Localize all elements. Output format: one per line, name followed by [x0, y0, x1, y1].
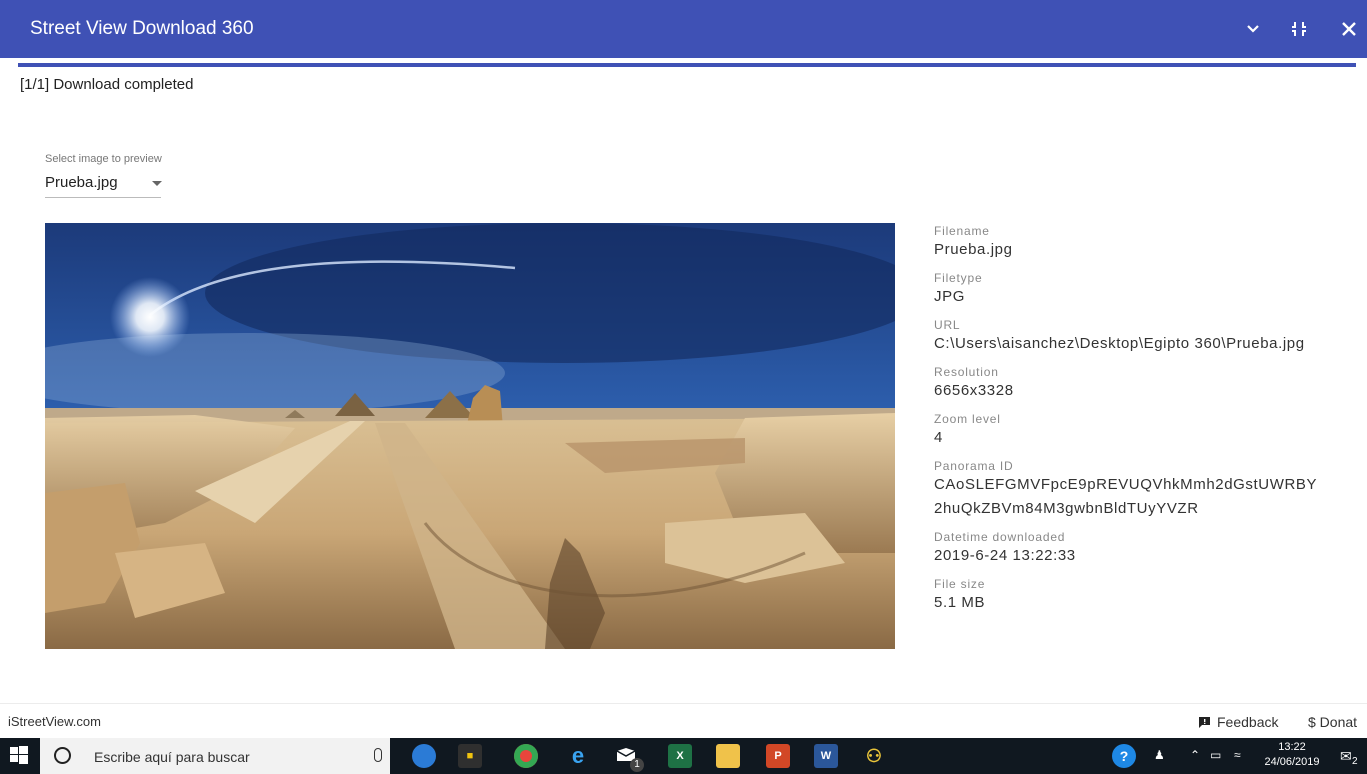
tray-chevron-up-icon[interactable]: ⌃ — [1190, 748, 1200, 762]
zoom-level-value: 4 — [934, 429, 943, 446]
chrome-icon[interactable] — [514, 744, 538, 768]
clock-time: 13:22 — [1278, 741, 1306, 753]
taskbar-clock[interactable]: 13:22 24/06/2019 — [1262, 740, 1322, 770]
file-explorer-icon[interactable] — [716, 744, 740, 768]
preview-select-value: Prueba.jpg — [45, 174, 118, 191]
task-view-icon[interactable] — [412, 744, 436, 768]
taskbar-search[interactable]: Escribe aquí para buscar — [40, 738, 390, 774]
powerpoint-icon[interactable]: P — [766, 744, 790, 768]
preview-select-label: Select image to preview — [45, 153, 162, 165]
filetype-value: JPG — [934, 288, 965, 305]
url-value: C:\Users\aisanchez\Desktop\Egipto 360\Pr… — [934, 335, 1305, 352]
help-icon[interactable]: ? — [1112, 744, 1136, 768]
people-icon[interactable]: ♟ — [1154, 748, 1165, 762]
donate-button[interactable]: $ Donat — [1308, 714, 1357, 730]
notifications-count: 2 — [1352, 756, 1358, 767]
resolution-value: 6656x3328 — [934, 382, 1014, 399]
datetime-value: 2019-6-24 13:22:33 — [934, 547, 1076, 564]
filetype-label: Filetype — [934, 271, 983, 285]
compress-icon[interactable] — [1284, 14, 1314, 44]
panorama-id-label: Panorama ID — [934, 459, 1014, 473]
progress-bar — [18, 63, 1356, 67]
feedback-label: Feedback — [1217, 714, 1279, 730]
dropdown-caret-icon — [152, 181, 162, 186]
mail-badge: 1 — [630, 758, 644, 772]
download-status: [1/1] Download completed — [20, 76, 194, 93]
window-title: Street View Download 360 — [30, 18, 254, 39]
close-icon[interactable] — [1334, 14, 1364, 44]
image-info-panel: Filename Prueba.jpg Filetype JPG URL C:\… — [934, 224, 1334, 704]
app-window: Street View Download 360 [1/1] Download … — [0, 0, 1367, 774]
zoom-level-label: Zoom level — [934, 412, 1001, 426]
title-bar: Street View Download 360 — [0, 0, 1367, 58]
clock-date: 24/06/2019 — [1264, 756, 1320, 768]
filename-label: Filename — [934, 224, 990, 238]
feedback-icon — [1199, 716, 1210, 728]
taskbar-search-placeholder: Escribe aquí para buscar — [94, 749, 250, 765]
word-icon[interactable]: W — [814, 744, 838, 768]
excel-icon[interactable]: X — [668, 744, 692, 768]
preview-select[interactable]: Prueba.jpg — [45, 172, 162, 198]
app-figure-icon[interactable]: ⚇ — [862, 744, 886, 768]
app-footer: iStreetView.com Feedback $ Donat — [0, 703, 1367, 738]
site-link[interactable]: iStreetView.com — [8, 714, 101, 729]
resolution-label: Resolution — [934, 365, 999, 379]
minimize-chevron-icon[interactable] — [1238, 14, 1268, 44]
windows-taskbar: Escribe aquí para buscar ■ e 1 X P W ⚇ ?… — [0, 738, 1367, 774]
filename-value: Prueba.jpg — [934, 241, 1013, 258]
cortana-icon — [54, 747, 71, 764]
edge-icon[interactable]: e — [566, 743, 590, 768]
datetime-label: Datetime downloaded — [934, 530, 1066, 544]
wifi-icon[interactable]: ≈ — [1234, 748, 1241, 762]
filesize-label: File size — [934, 577, 986, 591]
battery-icon[interactable]: ▭ — [1210, 748, 1221, 762]
filesize-value: 5.1 MB — [934, 594, 986, 611]
windows-start-icon[interactable] — [10, 746, 32, 766]
panorama-id-value: CAoSLEFGMVFpcE9pREVUQVhkMmh2dGstUWRBY2hu… — [934, 476, 1318, 517]
store-icon[interactable]: ■ — [458, 744, 482, 768]
url-label: URL — [934, 318, 961, 332]
notifications-icon[interactable]: ✉ — [1340, 748, 1352, 765]
microphone-icon[interactable] — [374, 748, 382, 762]
panorama-preview-image — [45, 223, 895, 649]
feedback-button[interactable]: Feedback — [1198, 714, 1278, 730]
